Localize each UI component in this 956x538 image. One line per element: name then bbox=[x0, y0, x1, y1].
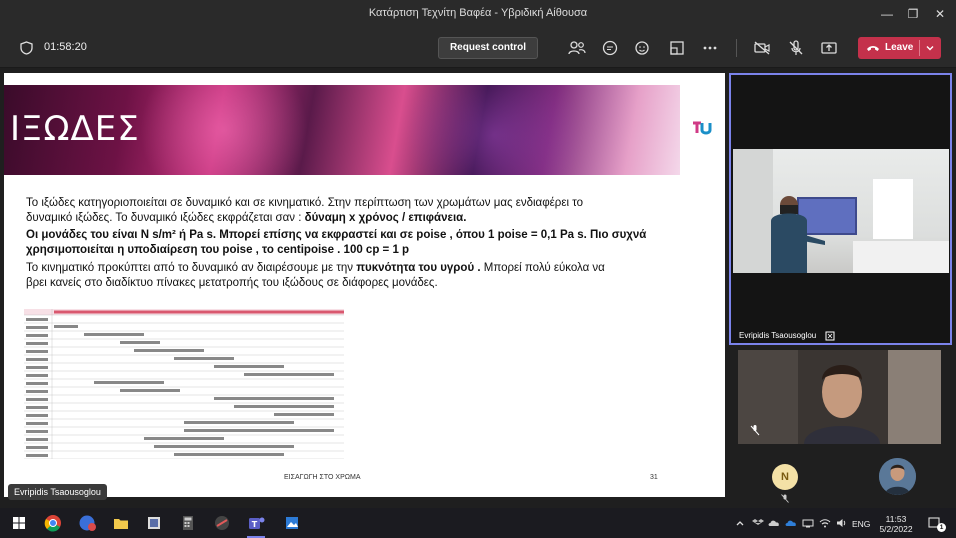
slide-title: ΙΞΩΔΕΣ bbox=[10, 109, 140, 149]
video-room-scene bbox=[733, 149, 949, 273]
banner-swirl bbox=[384, 85, 604, 175]
leave-button[interactable]: Leave bbox=[858, 37, 941, 59]
slide-banner: ΙΞΩΔΕΣ bbox=[4, 85, 680, 175]
language-indicator[interactable]: ENG bbox=[852, 519, 870, 529]
clock-time: 11:53 bbox=[885, 514, 907, 524]
rooms-icon[interactable] bbox=[666, 37, 688, 59]
onedrive-icon[interactable] bbox=[768, 517, 780, 529]
slide-footer: ΕΙΣΑΓΩΓΗ ΣΤΟ ΧΡΩΜΑ bbox=[284, 474, 361, 481]
network-icon[interactable] bbox=[802, 517, 814, 529]
maximize-button[interactable]: ❐ bbox=[902, 4, 924, 24]
meeting-timer: 01:58:20 bbox=[44, 41, 87, 53]
viscosity-conversion-table bbox=[24, 309, 344, 459]
teams-icon[interactable]: T bbox=[245, 512, 267, 534]
chevron-up-icon[interactable] bbox=[734, 517, 746, 529]
photo-editor-icon[interactable] bbox=[143, 512, 165, 534]
toolbar-divider bbox=[736, 39, 737, 57]
photos-icon[interactable] bbox=[281, 512, 303, 534]
slide-paragraph-2: Οι μονάδες του είναι N s/m² ή Pa s. Μπορ… bbox=[26, 229, 647, 256]
mic-off-icon bbox=[750, 425, 760, 436]
chrome-icon[interactable] bbox=[42, 512, 64, 534]
pin-icon bbox=[825, 331, 835, 341]
reactions-icon[interactable] bbox=[632, 37, 654, 59]
presenter-name-tag: Evripidis Tsaousoglou bbox=[8, 484, 107, 500]
mic-off-icon[interactable] bbox=[785, 37, 807, 59]
close-button[interactable]: ✕ bbox=[929, 4, 951, 24]
slide-paragraph-1: Το ιξώδες κατηγοριοποιείται σε δυναμικό … bbox=[26, 197, 583, 224]
svg-text:T: T bbox=[252, 520, 258, 529]
slide-page-number: 31 bbox=[650, 474, 658, 481]
presenter-figure bbox=[733, 149, 949, 273]
participant-avatar-photo[interactable] bbox=[879, 458, 916, 495]
chevron-down-icon[interactable] bbox=[924, 42, 936, 54]
chat-icon[interactable] bbox=[599, 37, 621, 59]
leave-divider bbox=[919, 40, 920, 56]
meeting-toolbar: 01:58:20 Request control Leave bbox=[0, 28, 956, 68]
shared-screen: ΙΞΩΔΕΣ Το ιξώδες κατηγοριοποιείται σε δυ… bbox=[4, 73, 725, 497]
calculator-icon[interactable] bbox=[177, 512, 199, 534]
slide-paragraph-3: Το κινηματικό προκύπτει από το δυναμικό … bbox=[26, 262, 605, 289]
request-control-button[interactable]: Request control bbox=[438, 37, 538, 59]
volume-icon[interactable] bbox=[836, 517, 848, 529]
table-grid bbox=[24, 309, 344, 459]
leave-label: Leave bbox=[885, 42, 914, 53]
file-explorer-icon[interactable] bbox=[110, 512, 132, 534]
dropbox-icon[interactable] bbox=[752, 517, 764, 529]
minimize-button[interactable]: — bbox=[876, 4, 898, 24]
participant-video-main[interactable]: Evripidis Tsaousoglou bbox=[729, 73, 952, 345]
banner-swirl bbox=[124, 85, 324, 175]
people-icon[interactable] bbox=[566, 37, 588, 59]
avatar-photo bbox=[879, 458, 916, 495]
snip-tool-icon[interactable] bbox=[211, 512, 233, 534]
table-header-marks bbox=[54, 310, 344, 314]
mic-off-icon bbox=[781, 494, 789, 503]
camera-off-icon[interactable] bbox=[751, 37, 773, 59]
taskbar-clock[interactable]: 11:53 5/2/2022 bbox=[876, 514, 916, 534]
windows-taskbar: T ENG 11:53 5/2/2022 1 bbox=[0, 508, 956, 538]
participant-avatar-initial[interactable]: N bbox=[772, 464, 798, 490]
window-titlebar: Κατάρτιση Τεχνίτη Βαφέα - Υβριδική Αίθου… bbox=[0, 0, 956, 28]
window-title: Κατάρτιση Τεχνίτη Βαφέα - Υβριδική Αίθου… bbox=[368, 7, 588, 19]
more-icon[interactable] bbox=[699, 37, 721, 59]
share-icon[interactable] bbox=[818, 37, 840, 59]
mail-app-icon[interactable] bbox=[76, 512, 98, 534]
notification-count-badge: 1 bbox=[937, 523, 946, 532]
participant-figure bbox=[738, 350, 941, 444]
cloud-icon[interactable] bbox=[785, 517, 797, 529]
windows-start-icon[interactable] bbox=[8, 512, 30, 534]
phone-hangup-icon bbox=[867, 46, 879, 51]
participant-video-secondary[interactable] bbox=[738, 350, 941, 444]
clock-date: 5/2/2022 bbox=[879, 524, 913, 534]
shield-icon bbox=[20, 41, 33, 55]
university-logo-icon bbox=[693, 121, 712, 135]
wifi-icon[interactable] bbox=[819, 517, 831, 529]
video-name-tag: Evripidis Tsaousoglou bbox=[739, 331, 817, 340]
